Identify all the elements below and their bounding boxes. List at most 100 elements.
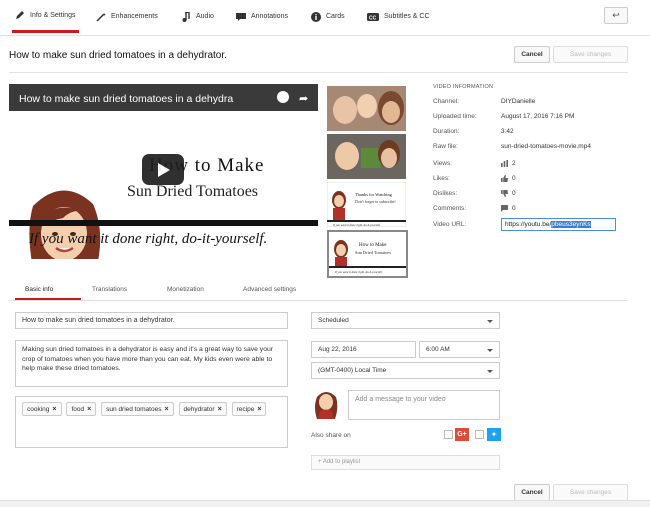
remove-tag-icon[interactable]: ×	[52, 406, 56, 413]
tag-chip: food ×	[66, 402, 97, 416]
play-button[interactable]	[142, 154, 184, 185]
info-label: Dislikes:	[433, 190, 458, 197]
share-icon[interactable]: ➦	[299, 92, 308, 105]
raw-file-value: sun-dried-tomatoes-movie.mp4	[501, 143, 591, 150]
time-value: 6:00 AM	[426, 346, 450, 353]
thumbnail-subheading: Sun Dried Tomatoes	[127, 183, 259, 200]
avatar	[311, 389, 341, 419]
video-player[interactable]: How to Make Sun Dried Tomatoes If you wa…	[9, 84, 318, 259]
tab-subtitles[interactable]: CC Subtitles & CC	[367, 0, 430, 33]
remove-tag-icon[interactable]: ×	[87, 406, 91, 413]
info-value: 0	[512, 205, 516, 212]
info-label: Views:	[433, 160, 453, 167]
visibility-select[interactable]: Scheduled	[311, 312, 500, 329]
thumbnail-card-slogan: If you want it done right, do-it-yoursel…	[332, 223, 381, 227]
thumbnail-card-line1: Thanks for Watching	[355, 192, 393, 197]
tag-label: sun dried tomatoes	[106, 405, 162, 413]
info-label: Video URL:	[433, 221, 467, 228]
subtab-translations[interactable]: Translations	[92, 286, 127, 293]
thumbnail-bar	[9, 220, 318, 226]
title-input[interactable]: How to make sun dried tomatoes in a dehy…	[15, 312, 288, 329]
views-value: 2	[501, 160, 516, 167]
remove-tag-icon[interactable]: ×	[257, 406, 261, 413]
dislikes-value: 0	[501, 190, 516, 197]
editor-tab-bar: Info & Settings Enhancements Audio Annot…	[0, 0, 650, 36]
tag-label: food	[71, 405, 85, 413]
schedule-date-input[interactable]: Aug 22, 2016	[311, 341, 416, 358]
thumbnail-card-line1: How to Make	[359, 243, 387, 248]
timezone-select[interactable]: (GMT-0400) Local Time	[311, 362, 500, 379]
thumbnail-option[interactable]: Thanks for Watching Don't forget to subs…	[327, 182, 406, 227]
info-value: DIYDanielle	[501, 98, 536, 105]
tab-cards[interactable]: Cards	[311, 0, 345, 33]
info-value: 0	[512, 190, 516, 197]
chevron-down-icon	[487, 349, 493, 352]
also-share-label: Also share on	[311, 432, 351, 439]
subtab-advanced-settings[interactable]: Advanced settings	[243, 286, 296, 293]
selected-thumbnail-frame[interactable]: How to Make Sun Dried Tomatoes If you wa…	[327, 230, 408, 278]
comments-value: 0	[501, 205, 516, 212]
date-value: Aug 22, 2016	[318, 346, 357, 353]
add-to-playlist-button[interactable]: + Add to playlist	[311, 455, 500, 470]
save-changes-button-bottom[interactable]: Save changes	[553, 484, 628, 501]
google-plus-icon: G+	[455, 428, 469, 441]
upload-time-value: August 17, 2016 7:16 PM	[501, 113, 574, 120]
info-label: Channel:	[433, 98, 460, 105]
url-prefix: https://youtu.be/	[505, 221, 552, 228]
thumbs-up-icon	[501, 175, 508, 182]
tag-chip: cooking ×	[22, 402, 62, 416]
remove-tag-icon[interactable]: ×	[164, 406, 168, 413]
tab-info-settings[interactable]: Info & Settings	[12, 0, 79, 33]
tab-label: Enhancements	[111, 13, 158, 20]
tag-chip: sun dried tomatoes ×	[101, 402, 174, 416]
tab-annotations[interactable]: Annotations	[236, 0, 288, 33]
info-value: August 17, 2016 7:16 PM	[501, 113, 575, 120]
info-value: 3:42	[501, 128, 514, 135]
visibility-value: Scheduled	[318, 317, 349, 324]
comment-icon	[501, 205, 508, 212]
thumbnail-card-line2: Sun Dried Tomatoes	[355, 250, 391, 255]
bar-chart-icon	[501, 160, 508, 167]
watch-later-icon[interactable]	[277, 91, 289, 103]
tab-label: Info & Settings	[30, 11, 76, 19]
subtab-basic-info[interactable]: Basic info	[25, 286, 53, 293]
thumbs-down-icon	[501, 190, 508, 197]
gplus-share-checkbox[interactable]	[444, 430, 453, 439]
back-button[interactable]: ↩	[604, 7, 628, 24]
tag-label: dehydrator	[183, 405, 215, 413]
cancel-button-bottom[interactable]: Cancel	[514, 484, 550, 501]
tags-input[interactable]: cooking × food × sun dried tomatoes × dehyd…	[15, 396, 288, 448]
tab-label: Cards	[326, 13, 345, 20]
thumbnail-option[interactable]	[327, 134, 406, 179]
save-changes-button[interactable]: Save changes	[553, 46, 628, 63]
tab-label: Annotations	[251, 13, 288, 20]
info-label: Likes:	[433, 175, 450, 182]
info-value: 0	[512, 175, 516, 182]
subtab-monetization[interactable]: Monetization	[167, 286, 204, 293]
chevron-down-icon	[487, 320, 493, 323]
info-value: sun-dried-tomatoes-movie.mp4	[501, 143, 591, 150]
share-message-input[interactable]: Add a message to your video	[348, 390, 500, 420]
player-title: How to make sun dried tomatoes in a dehy…	[19, 93, 234, 105]
likes-value: 0	[501, 175, 516, 182]
info-label: Raw file:	[433, 143, 458, 150]
video-url-field[interactable]: https://youtu.be/pbeus3eynKs	[501, 218, 616, 231]
speech-bubble-icon	[236, 12, 246, 22]
remove-tag-icon[interactable]: ×	[218, 406, 222, 413]
twitter-share-checkbox[interactable]	[475, 430, 484, 439]
thumbnail-card-line2: Don't forget to subscribe!	[355, 199, 396, 204]
thumbnail-option[interactable]	[327, 86, 406, 131]
duration-value: 3:42	[501, 128, 514, 135]
tag-label: cooking	[27, 405, 50, 413]
channel-value: DIYDanielle	[501, 98, 535, 105]
player-title-bar: How to make sun dried tomatoes in a dehy…	[9, 84, 318, 111]
info-label: Uploaded time:	[433, 113, 477, 120]
description-textarea[interactable]: Making sun dried tomatoes in a dehydrato…	[15, 340, 288, 387]
tab-audio[interactable]: Audio	[181, 0, 214, 33]
video-info-heading: VIDEO INFORMATION	[433, 84, 494, 90]
tab-enhancements[interactable]: Enhancements	[96, 0, 158, 33]
divider	[9, 300, 628, 301]
tab-label: Audio	[196, 13, 214, 20]
schedule-time-select[interactable]: 6:00 AM	[419, 341, 500, 358]
cancel-button[interactable]: Cancel	[514, 46, 550, 63]
